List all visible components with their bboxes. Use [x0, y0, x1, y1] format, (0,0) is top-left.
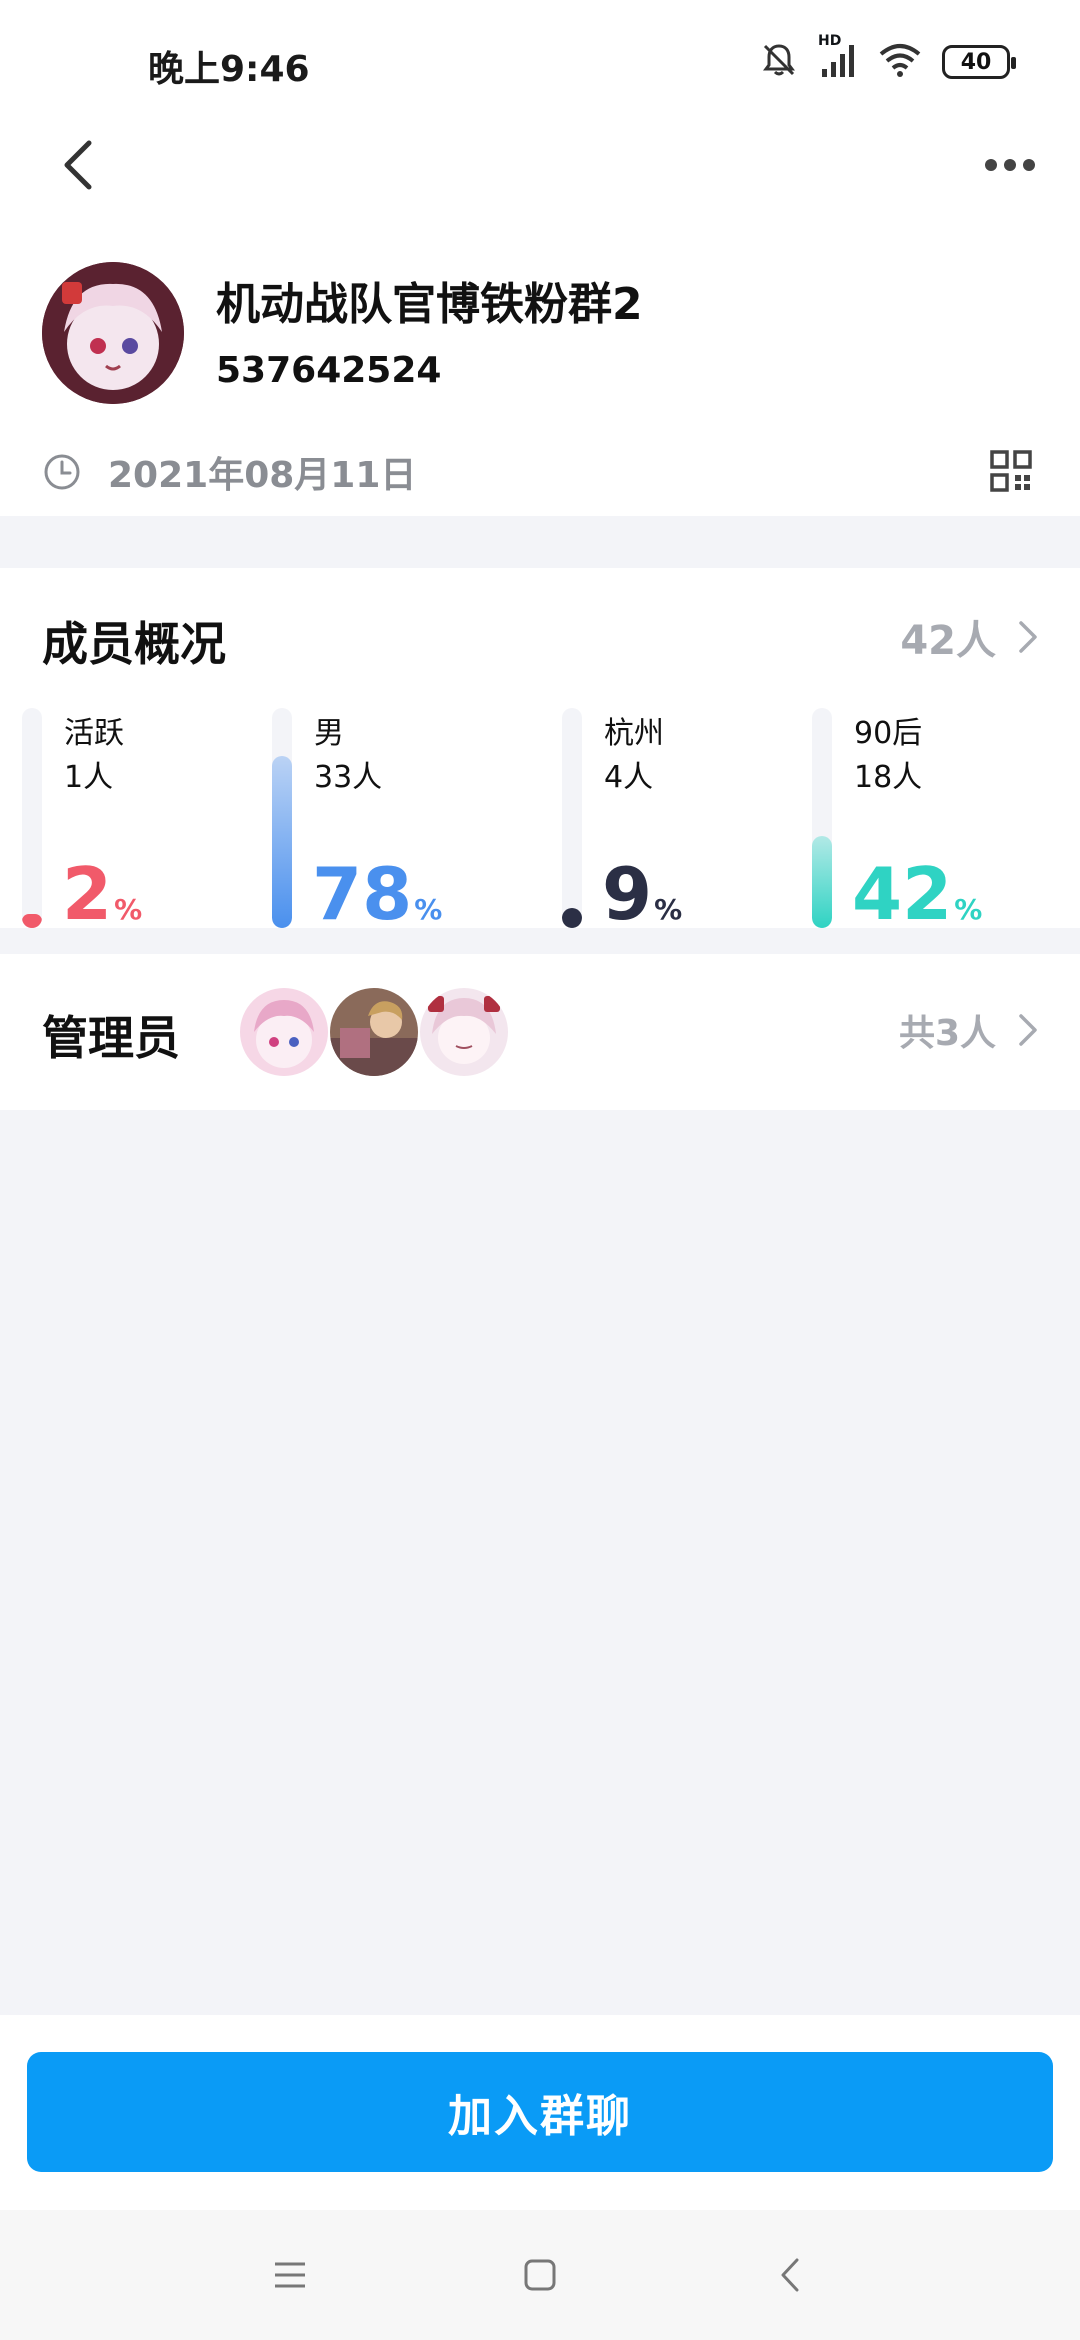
group-id: 537642524: [216, 350, 442, 391]
admins-count-link[interactable]: 共3人: [899, 1004, 1038, 1056]
qr-code-icon: [990, 450, 1032, 492]
chevron-left-icon: [781, 2258, 799, 2292]
chevron-right-icon: [1019, 621, 1037, 653]
members-overview-title: 成员概况: [42, 617, 226, 671]
more-options-button[interactable]: [970, 140, 1050, 190]
stat-male[interactable]: 男 33人 78%: [272, 708, 472, 936]
stat-percent: 2%: [62, 852, 143, 936]
stat-bar-fill: [812, 836, 832, 928]
stat-bar-fill: [562, 908, 582, 928]
admin-avatar[interactable]: [330, 988, 418, 1076]
stat-age[interactable]: 90后 18人 42%: [812, 708, 1012, 936]
chevron-right-icon: [1019, 1014, 1037, 1046]
admins-count: 共3人: [898, 1013, 996, 1054]
members-count-link[interactable]: 42人: [900, 608, 1038, 666]
group-avatar[interactable]: [42, 262, 184, 404]
status-time: 晚上9:46: [148, 49, 310, 90]
empty-content-area: [0, 1110, 1080, 2015]
clock-icon: [44, 454, 80, 490]
stat-bar-track: [22, 708, 42, 928]
battery-indicator: 40: [942, 45, 1016, 79]
status-bar: 晚上9:46 HD 40: [0, 0, 1080, 120]
stat-label: 90后: [854, 716, 923, 751]
admin-avatar[interactable]: [420, 988, 508, 1076]
join-group-button[interactable]: 加入群聊: [27, 2052, 1053, 2172]
stat-label: 杭州: [604, 716, 664, 751]
stat-percent: 9%: [602, 852, 683, 936]
group-profile-screen: 晚上9:46 HD 40 机动战队官博铁粉群2 537642524 2021年0…: [0, 0, 1080, 2340]
stat-location[interactable]: 杭州 4人 9%: [562, 708, 762, 936]
stat-percent: 78%: [312, 852, 443, 936]
signal-hd-label: HD: [818, 33, 842, 49]
home-button[interactable]: [510, 2245, 570, 2305]
square-icon: [524, 2259, 556, 2291]
stat-count: 18人: [854, 760, 923, 795]
creation-date-row: 2021年08月11日: [42, 442, 416, 502]
recent-apps-button[interactable]: [260, 2245, 320, 2305]
stat-active[interactable]: 活跃 1人 2%: [22, 708, 222, 936]
members-total: 42人: [900, 618, 996, 664]
stat-label: 男: [314, 716, 344, 751]
stat-count: 33人: [314, 760, 383, 795]
chevron-left-icon: [64, 140, 92, 190]
stat-bar-track: [812, 708, 832, 928]
stat-count: 4人: [604, 760, 654, 795]
stat-bar-fill: [22, 914, 42, 928]
cellular-signal-icon: HD: [818, 33, 858, 83]
system-back-button[interactable]: [760, 2245, 820, 2305]
more-dots-icon: [985, 159, 1035, 171]
join-bar: 加入群聊: [0, 2015, 1080, 2210]
back-button[interactable]: [48, 130, 108, 200]
wifi-icon: [878, 42, 922, 82]
system-navigation-bar: [0, 2210, 1080, 2340]
status-icons: HD 40: [760, 33, 1016, 84]
menu-icon: [275, 2262, 305, 2288]
members-overview: 成员概况 42人 活跃 1人 2% 男 33人 78% 杭州 4人 9% 90后…: [0, 568, 1080, 936]
group-name: 机动战队官博铁粉群2: [216, 279, 643, 330]
section-divider: [0, 516, 1080, 568]
section-divider: [0, 928, 1080, 954]
stat-bar-fill: [272, 756, 292, 928]
stat-bar-track: [272, 708, 292, 928]
admins-title: 管理员: [42, 1011, 180, 1065]
stat-label: 活跃: [64, 716, 124, 751]
muted-bell-icon: [760, 41, 798, 83]
stat-count: 1人: [64, 760, 114, 795]
admins-row[interactable]: 管理员 共3人: [0, 954, 1080, 1110]
admin-avatar[interactable]: [240, 988, 328, 1076]
stat-percent: 42%: [852, 852, 983, 936]
admin-avatars: [240, 988, 508, 1076]
stat-bar-track: [562, 708, 582, 928]
qr-code-button[interactable]: [990, 450, 1032, 492]
creation-date: 2021年08月11日: [108, 455, 417, 496]
